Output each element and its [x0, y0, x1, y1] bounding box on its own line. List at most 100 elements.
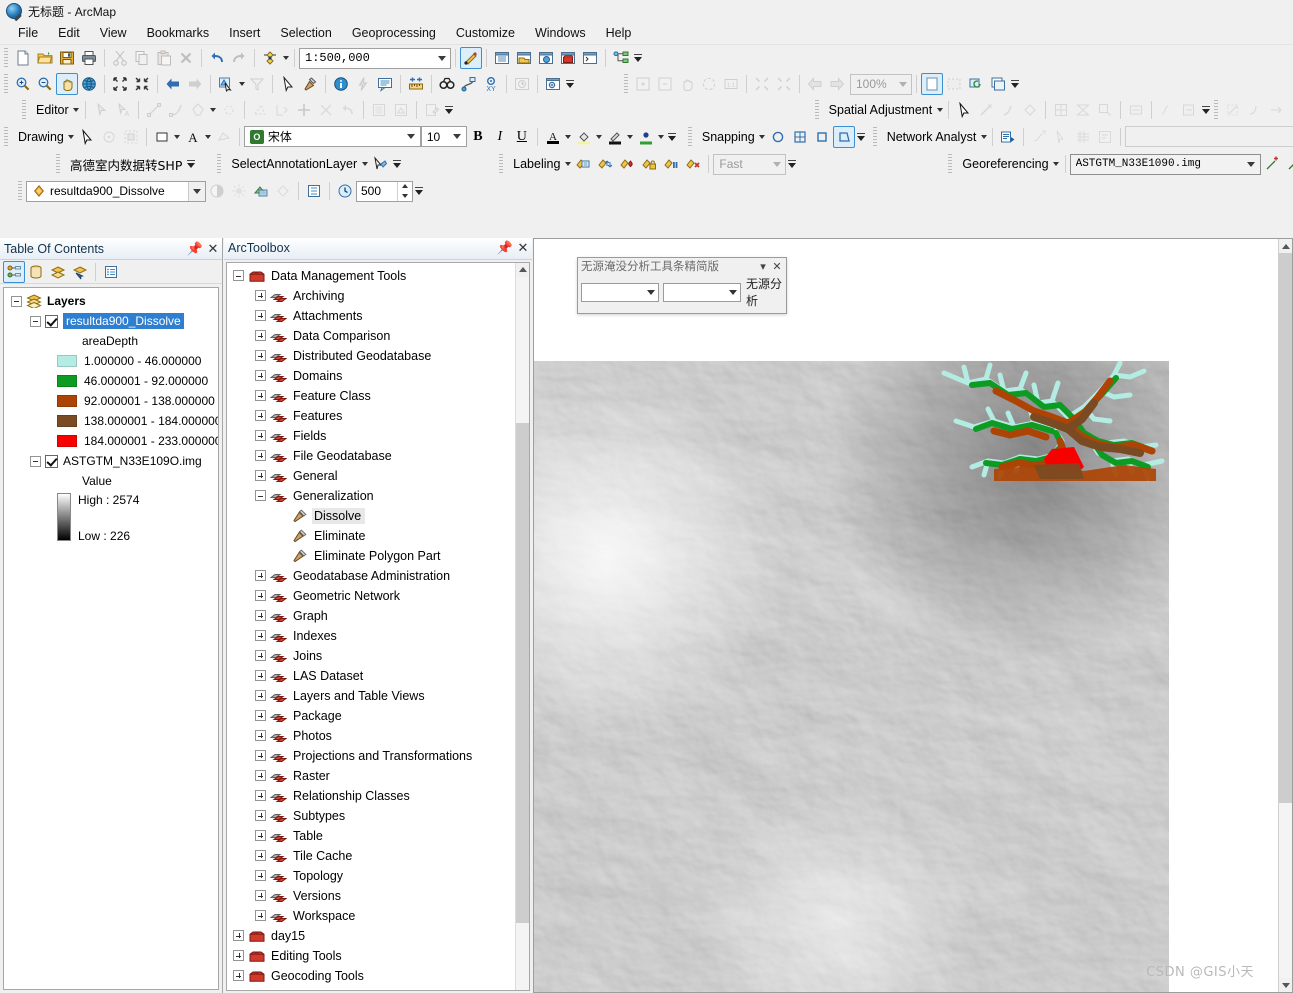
underline-button[interactable]: U — [511, 126, 533, 148]
chevron-down-icon[interactable] — [188, 181, 205, 201]
labeling-toolbar-overflow[interactable] — [786, 153, 798, 175]
time-icon[interactable] — [334, 180, 356, 202]
select-elements-icon[interactable] — [76, 126, 98, 148]
toc-layer-astgtm[interactable]: ASTGTM_N33E109O.img — [4, 451, 218, 471]
add-control-points-icon[interactable] — [1261, 153, 1283, 175]
legend-swatch[interactable] — [57, 355, 77, 367]
arctoolbox-node[interactable]: Versions — [227, 886, 529, 906]
catalog-window-icon[interactable] — [513, 47, 535, 69]
time-slider-icon[interactable] — [511, 73, 533, 95]
flicker-icon[interactable] — [228, 180, 250, 202]
point-snap-icon[interactable] — [218, 99, 240, 121]
arctoolbox-node[interactable]: File Geodatabase — [227, 446, 529, 466]
fill-color-icon[interactable] — [573, 126, 595, 148]
table-of-contents-icon[interactable] — [491, 47, 513, 69]
straight-segment-icon[interactable] — [143, 99, 165, 121]
add-data-icon[interactable] — [259, 47, 281, 69]
arctoolbox-node[interactable]: Geometric Network — [227, 586, 529, 606]
save-icon[interactable] — [56, 47, 78, 69]
snapping-menu-label[interactable]: Snapping — [696, 130, 758, 144]
expander-icon[interactable] — [255, 850, 266, 862]
label-priority-icon[interactable] — [616, 153, 638, 175]
drawing-menu-caret[interactable] — [67, 126, 76, 148]
print-icon[interactable] — [78, 47, 100, 69]
italic-button[interactable]: I — [489, 126, 511, 148]
fixed-zoom-in-icon[interactable] — [109, 73, 131, 95]
drawing-menu-label[interactable]: Drawing — [12, 130, 67, 144]
toolbar-grip[interactable] — [948, 154, 953, 174]
active-layer-combo[interactable]: resultda900_Dissolve — [26, 180, 206, 202]
toc-root-layers[interactable]: Layers — [4, 291, 218, 311]
modelbuilder-icon[interactable] — [610, 47, 632, 69]
toolbar-grip[interactable] — [4, 48, 8, 68]
select-elements-icon[interactable] — [277, 73, 299, 95]
expander-icon[interactable] — [255, 590, 266, 602]
directions-window-icon[interactable] — [1094, 126, 1116, 148]
forward-page-icon[interactable] — [826, 73, 848, 95]
chevron-down-icon[interactable] — [768, 155, 785, 174]
sa-tool-b-icon[interactable] — [1244, 99, 1266, 121]
expander-icon[interactable] — [30, 455, 41, 467]
menu-item-customize[interactable]: Customize — [446, 23, 525, 43]
stepper-down-icon[interactable] — [398, 191, 412, 201]
expander-icon[interactable] — [11, 295, 22, 307]
swipe-icon[interactable] — [206, 180, 228, 202]
arctoolbox-node[interactable]: Data Comparison — [227, 326, 529, 346]
arctoolbox-node[interactable]: Layers and Table Views — [227, 686, 529, 706]
html-popup-icon[interactable] — [374, 73, 396, 95]
toolbar-grip[interactable] — [624, 74, 628, 94]
edge-match-icon[interactable] — [1156, 99, 1178, 121]
font-color-caret[interactable] — [564, 126, 573, 148]
expander-icon[interactable] — [233, 950, 244, 962]
toolbar-grip[interactable] — [814, 100, 819, 120]
map-canvas[interactable]: 无源淹没分析工具条精简版 ▾ ✕ 无源分析 CSDN @GIS小天 — [534, 239, 1278, 992]
transparency-icon[interactable] — [250, 180, 272, 202]
list-by-visibility-icon[interactable] — [47, 261, 69, 283]
toolbar-grip[interactable] — [4, 126, 8, 147]
arctoolbox-node[interactable]: Geodatabase Administration — [227, 566, 529, 586]
buffer-distance-stepper[interactable]: 500 — [356, 180, 413, 202]
drawing-toolbar-overflow[interactable] — [666, 126, 678, 148]
view-link-table-icon[interactable] — [1050, 99, 1072, 121]
arctoolbox-node-list[interactable]: Data Management Tools Archiving Attachment… — [227, 263, 529, 990]
edit-tool-icon[interactable] — [90, 99, 112, 121]
arctoolbox-node[interactable]: Joins — [227, 646, 529, 666]
custom-toolbar-label[interactable]: 高德室内数据转SHP — [64, 155, 185, 174]
full-extent-icon[interactable] — [78, 73, 100, 95]
scroll-down-icon[interactable] — [1279, 978, 1292, 992]
expander-icon[interactable] — [233, 930, 244, 942]
expander-icon[interactable] — [255, 450, 266, 462]
zoom-1to1-icon[interactable]: 1:1 — [720, 73, 742, 95]
zoom-out-icon[interactable] — [34, 73, 56, 95]
expander-icon[interactable] — [255, 790, 266, 802]
chevron-down-icon[interactable] — [725, 290, 740, 295]
custom-toolbar-overflow[interactable] — [185, 153, 197, 175]
new-text-caret[interactable] — [204, 126, 213, 148]
layout-pan-icon[interactable] — [676, 73, 698, 95]
line-color-caret[interactable] — [626, 126, 635, 148]
find-icon[interactable] — [436, 73, 458, 95]
fixed-zoom-out-page-icon[interactable] — [773, 73, 795, 95]
legend-swatch[interactable] — [57, 435, 77, 447]
toolbar-grip[interactable] — [56, 154, 60, 174]
close-icon[interactable]: ✕ — [204, 240, 222, 258]
chevron-down-icon[interactable] — [894, 75, 911, 94]
layout-zoom-in-icon[interactable] — [632, 73, 654, 95]
solve-icon[interactable] — [1072, 126, 1094, 148]
pin-icon[interactable]: 📌 — [496, 239, 514, 257]
arctoolbox-node[interactable]: Tile Cache — [227, 846, 529, 866]
edit-vertices-icon[interactable] — [213, 126, 235, 148]
layer-diamond-icon[interactable] — [272, 180, 294, 202]
snapping-menu-caret[interactable] — [758, 126, 767, 148]
identify-hammer-icon[interactable] — [299, 73, 321, 95]
arctoolbox-node[interactable]: Distributed Geodatabase — [227, 346, 529, 366]
map-vertical-scrollbar[interactable] — [1278, 239, 1292, 992]
edit-sketch-icon[interactable] — [421, 99, 443, 121]
expander-icon[interactable] — [255, 310, 266, 322]
expander-icon[interactable] — [255, 650, 266, 662]
arctoolbox-node[interactable]: Geocoding Tools — [227, 966, 529, 986]
map-scale-combo[interactable]: 1:500,000 — [299, 47, 451, 69]
labeling-quality-combo[interactable]: Fast — [713, 153, 787, 175]
pan-icon[interactable] — [56, 73, 78, 95]
go-back-extent-icon[interactable] — [162, 73, 184, 95]
